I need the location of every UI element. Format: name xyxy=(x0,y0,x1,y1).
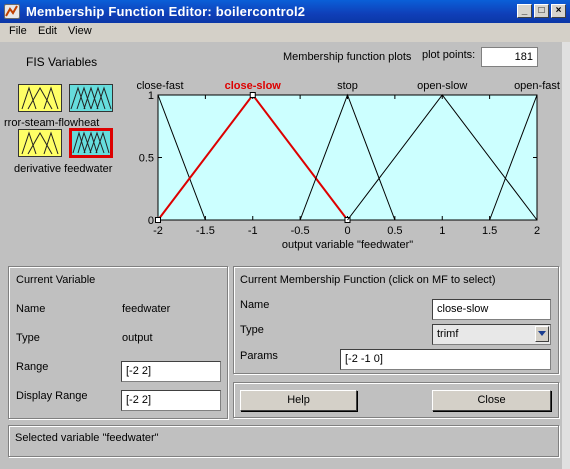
plot-points-label: plot points: xyxy=(422,49,476,61)
membership-function-plot[interactable]: -2 -1.5 -1 -0.5 0 0.5 1 1.5 200.51output variabl… xyxy=(130,75,562,265)
status-text: Selected variable "feedwater" xyxy=(15,432,159,444)
x-tick-label: 1 xyxy=(439,225,445,237)
variable-name-label: Name xyxy=(16,303,46,315)
fis-output-variable-feedwater[interactable] xyxy=(69,128,113,158)
x-tick-label: -2 xyxy=(153,225,163,237)
status-panel: Selected variable "feedwater" xyxy=(8,425,559,457)
menu-bar: File Edit View xyxy=(0,23,570,42)
range-label: Range xyxy=(16,361,49,373)
title-bar: Membership Function Editor: boilercontro… xyxy=(0,0,570,23)
membership-function-plots-label: Membership function plots xyxy=(283,51,412,63)
x-axis-label: output variable "feedwater" xyxy=(282,239,413,251)
mf-label-open-fast: open-fast xyxy=(514,80,560,92)
x-tick-label: 0 xyxy=(344,225,350,237)
current-mf-header: Current Membership Function (click on MF… xyxy=(240,274,496,286)
mf-type-select[interactable]: trimf xyxy=(432,324,551,345)
menu-view[interactable]: View xyxy=(68,25,92,37)
x-tick-label: -0.5 xyxy=(291,225,310,237)
variable-type-label: Type xyxy=(16,332,40,344)
fis-input-variable-2[interactable] xyxy=(18,129,62,157)
menu-file[interactable]: File xyxy=(9,25,27,37)
maximize-button[interactable]: □ xyxy=(534,4,549,18)
help-button[interactable]: Help xyxy=(240,390,357,411)
mf-label-close-fast: close-fast xyxy=(136,80,183,92)
plot-area xyxy=(157,94,538,221)
minimize-button[interactable]: _ xyxy=(517,4,532,18)
x-tick-label: -1 xyxy=(248,225,258,237)
mf-name-input[interactable]: close-slow xyxy=(432,299,551,320)
mf-vertex-handle xyxy=(155,217,161,223)
fis-input-variable-1[interactable] xyxy=(18,84,62,112)
mf-type-value: trimf xyxy=(437,328,459,340)
mf-params-input[interactable]: [-2 -1 0] xyxy=(340,349,551,370)
fis-variables-title: FIS Variables xyxy=(26,55,98,69)
close-button[interactable]: Close xyxy=(432,390,551,411)
window-edge xyxy=(562,42,570,469)
menu-edit[interactable]: Edit xyxy=(38,25,57,37)
range-input[interactable]: [-2 2] xyxy=(121,361,221,382)
display-range-label: Display Range xyxy=(16,390,88,402)
y-tick-label: 0 xyxy=(148,215,154,227)
y-tick-label: 0.5 xyxy=(139,153,154,165)
mf-label-stop: stop xyxy=(337,80,358,92)
button-panel: Help Close xyxy=(233,382,559,418)
mf-type-label: Type xyxy=(240,324,264,336)
close-window-button[interactable]: × xyxy=(551,4,566,18)
fis-variable-labels-row2: derivative feedwater xyxy=(14,163,113,175)
mf-vertex-handle xyxy=(249,92,256,98)
mf-label-close-slow: close-slow xyxy=(225,80,282,92)
x-tick-label: -1.5 xyxy=(196,225,215,237)
mf-name-label: Name xyxy=(240,299,270,311)
plot-points-input[interactable]: 181 xyxy=(481,47,538,67)
fis-output-variable-1[interactable] xyxy=(69,84,113,112)
x-tick-label: 0.5 xyxy=(387,225,402,237)
x-tick-label: 1.5 xyxy=(482,225,497,237)
variable-type-value: output xyxy=(122,332,153,344)
variable-name-value: feedwater xyxy=(122,303,171,315)
chevron-down-icon[interactable] xyxy=(535,326,549,342)
matlab-app-icon[interactable] xyxy=(4,4,20,19)
window-title: Membership Function Editor: boilercontro… xyxy=(26,4,306,19)
mf-params-label: Params xyxy=(240,350,278,362)
display-range-input[interactable]: [-2 2] xyxy=(121,390,221,411)
current-variable-panel: Current Variable Name feedwater Type out… xyxy=(8,266,228,419)
current-variable-header: Current Variable xyxy=(16,274,96,286)
current-mf-panel: Current Membership Function (click on MF… xyxy=(233,266,559,374)
x-tick-label: 2 xyxy=(534,225,540,237)
mf-label-open-slow: open-slow xyxy=(417,80,467,92)
